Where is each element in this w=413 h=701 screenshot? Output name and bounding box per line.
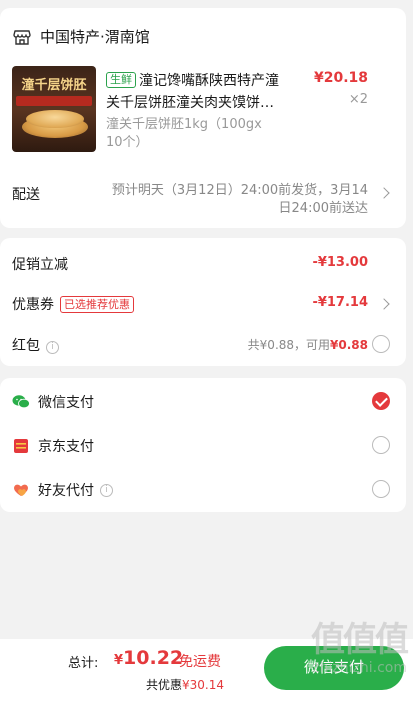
product-title[interactable]: 生鲜 潼记馋嘴酥陕西特产潼关千层饼胚潼关肉夹馍饼… [106, 70, 291, 114]
hongbao-row: 红包 i [12, 335, 59, 355]
delivery-chevron-right-icon[interactable] [378, 187, 390, 199]
promo-value: -¥13.00 [312, 255, 368, 270]
delivery-estimate[interactable]: 预计明天（3月12日）24:00前发货，3月14日24:00前送达 [108, 182, 368, 218]
total-amount: ¥10.22 [114, 647, 184, 669]
free-shipping-label: 免运费 [179, 654, 221, 670]
coupon-recommended-tag: 已选推荐优惠 [60, 296, 134, 313]
watermark: 值值值 zhizhizhi.com [311, 620, 409, 676]
payment-option-label: 京东支付 [38, 439, 94, 455]
delivery-label: 配送 [12, 187, 40, 203]
product-price: ¥20.18 [313, 70, 368, 86]
coupon-chevron-right-icon[interactable] [378, 298, 390, 310]
product-quantity: ×2 [348, 92, 368, 107]
promo-label: 促销立减 [12, 257, 68, 273]
payment-option-jd[interactable]: 京东支付 [12, 436, 94, 456]
hongbao-summary: 共¥0.88，可用¥0.88 [247, 338, 368, 352]
payment-option-label: 好友代付 [38, 483, 94, 499]
payment-card: 微信支付 京东支付 好友代付 i [0, 378, 406, 512]
friend-pay-icon [14, 484, 28, 496]
shop-header[interactable]: 中国特产·渭南馆 [12, 26, 150, 47]
wechat-pay-icon [12, 395, 30, 409]
payment-option-friend[interactable]: 好友代付 i [12, 480, 113, 500]
product-spec: 潼关千层饼胚1kg（100gx 10个） [106, 117, 262, 150]
friend-pay-info-icon[interactable]: i [100, 483, 113, 497]
hongbao-info-icon[interactable]: i [46, 341, 59, 354]
shop-name: 中国特产·渭南馆 [40, 28, 150, 46]
wechat-pay-radio[interactable] [372, 392, 390, 410]
order-card: 中国特产·渭南馆 潼千层饼胚 生鲜 潼记馋嘴酥陕西特产潼关千层饼胚潼关肉夹馍饼… … [0, 8, 406, 228]
discount-card: 促销立减 -¥13.00 优惠券 已选推荐优惠 -¥17.14 红包 i 共¥0.8… [0, 238, 406, 366]
hongbao-label: 红包 [12, 338, 40, 354]
payment-option-wechat[interactable]: 微信支付 [12, 392, 94, 412]
store-icon [13, 29, 31, 45]
friend-pay-radio[interactable] [372, 480, 390, 498]
jd-pay-radio[interactable] [372, 436, 390, 454]
coupon-label: 优惠券 [12, 297, 54, 313]
coupon-value: -¥17.14 [312, 295, 368, 310]
hongbao-available: ¥0.88 [330, 338, 368, 352]
total-saving: 共优惠¥30.14 [146, 678, 225, 692]
product-image[interactable]: 潼千层饼胚 [12, 66, 96, 152]
fresh-tag: 生鲜 [106, 72, 136, 88]
payment-option-label: 微信支付 [38, 395, 94, 411]
total-label: 总计: [68, 656, 99, 671]
product-image-banner: 潼千层饼胚 [21, 78, 87, 93]
coupon-row[interactable]: 优惠券 已选推荐优惠 [12, 294, 134, 314]
jd-pay-icon [14, 439, 28, 453]
hongbao-radio[interactable] [372, 335, 390, 353]
